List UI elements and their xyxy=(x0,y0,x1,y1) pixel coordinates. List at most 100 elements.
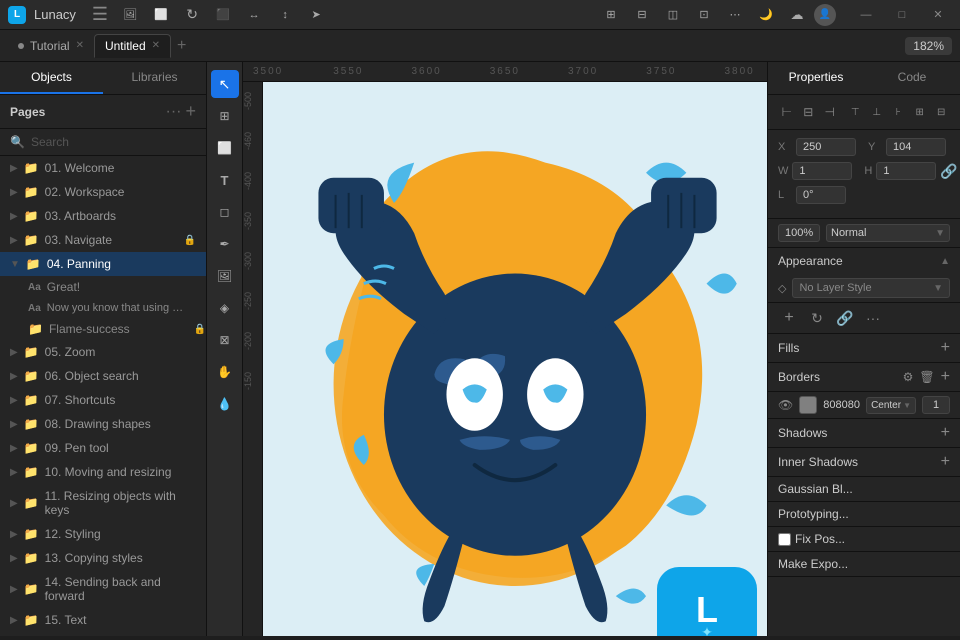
select-tool[interactable]: ↖ xyxy=(211,70,239,98)
border-position-dropdown[interactable]: Center ▼ xyxy=(866,397,916,414)
w-input[interactable] xyxy=(792,162,852,180)
tab-tutorial-close[interactable]: ✕ xyxy=(76,40,84,51)
eyedrop-tool[interactable]: 💧 xyxy=(211,390,239,418)
angle-input[interactable] xyxy=(796,186,846,204)
scale-tool[interactable]: ⊞ xyxy=(211,102,239,130)
toolbar-img-icon[interactable]: 🖼 xyxy=(116,1,144,29)
appearance-section-header[interactable]: Appearance ▲ xyxy=(768,248,960,274)
opacity-input[interactable] xyxy=(778,224,820,242)
component-tool[interactable]: ⊠ xyxy=(211,326,239,354)
toolbar-cloud-icon[interactable]: ☁ xyxy=(783,1,811,29)
tab-untitled-close[interactable]: ✕ xyxy=(152,40,160,51)
toolbar-flip-h-icon[interactable]: ↔ xyxy=(240,1,268,29)
hand-tool[interactable]: ✋ xyxy=(211,358,239,386)
align-bottom-icon[interactable]: ⊦ xyxy=(890,101,908,123)
link-proportions-icon[interactable]: 🔗 xyxy=(940,163,957,180)
tab-objects[interactable]: Objects xyxy=(0,62,103,94)
search-input[interactable] xyxy=(31,135,196,149)
sub-item-now-you-know[interactable]: Aa Now you know that using Shift xyxy=(0,298,206,318)
rotate-property-button[interactable]: ↻ xyxy=(806,307,828,329)
sub-item-flame[interactable]: 📁 Flame-success 🔒 xyxy=(0,318,206,340)
blend-mode-dropdown[interactable]: Normal ▼ xyxy=(826,224,950,242)
border-color-value[interactable]: 808080 xyxy=(823,399,860,411)
page-item-navigate[interactable]: ▶ 📁 03. Navigate 🔒 xyxy=(0,228,206,252)
add-property-button[interactable]: + xyxy=(778,307,800,329)
page-item-workspace[interactable]: ▶ 📁 02. Workspace xyxy=(0,180,206,204)
page-item-text[interactable]: ▶ 📁 15. Text xyxy=(0,608,206,632)
align-left-icon[interactable]: ⊢ xyxy=(778,101,796,123)
align-center-h-icon[interactable]: ⊟ xyxy=(800,101,818,123)
page-item-zoom[interactable]: ▶ 📁 05. Zoom xyxy=(0,340,206,364)
border-width-input[interactable] xyxy=(922,396,950,414)
distribute-v-icon[interactable]: ⊟ xyxy=(933,101,951,123)
maximize-button[interactable]: □ xyxy=(888,5,916,25)
shadows-title: Shadows xyxy=(778,426,941,440)
tabbar: Tutorial ✕ Untitled ✕ + 182% xyxy=(0,30,960,62)
h-input[interactable] xyxy=(876,162,936,180)
tab-untitled[interactable]: Untitled ✕ xyxy=(94,34,171,58)
toolbar-avatar[interactable]: 👤 xyxy=(814,4,836,26)
toolbar-grid2-icon[interactable]: ⊟ xyxy=(628,1,656,29)
toolbar-frame-icon[interactable]: ⬜ xyxy=(147,1,175,29)
border-visibility-icon[interactable]: 👁 xyxy=(778,398,793,412)
pages-more-button[interactable]: ··· xyxy=(166,103,182,121)
x-input[interactable] xyxy=(796,138,856,156)
toolbar-more-icon[interactable]: ⋯ xyxy=(721,1,749,29)
lock-icon: 🔒 xyxy=(184,235,196,246)
page-item-resizing-keys[interactable]: ▶ 📁 11. Resizing objects with keys xyxy=(0,484,206,522)
borders-settings-icon[interactable]: ⚙ xyxy=(903,370,914,384)
zoom-level[interactable]: 182% xyxy=(905,37,952,55)
page-item-welcome[interactable]: ▶ 📁 01. Welcome xyxy=(0,156,206,180)
page-item-pen[interactable]: ▶ 📁 09. Pen tool xyxy=(0,436,206,460)
page-item-moving[interactable]: ▶ 📁 10. Moving and resizing xyxy=(0,460,206,484)
image-tool[interactable]: 🖼 xyxy=(211,262,239,290)
close-button[interactable]: ✕ xyxy=(924,5,952,25)
pen-tool[interactable]: ✒ xyxy=(211,230,239,258)
tab-libraries[interactable]: Libraries xyxy=(103,62,206,94)
fix-position-checkbox[interactable] xyxy=(778,533,791,546)
tab-code[interactable]: Code xyxy=(864,62,960,94)
distribute-h-icon[interactable]: ⊞ xyxy=(911,101,929,123)
more-property-button[interactable]: ··· xyxy=(862,307,884,329)
frame-tool[interactable]: ⬜ xyxy=(211,134,239,162)
shape-tool[interactable]: ◻ xyxy=(211,198,239,226)
tab-properties[interactable]: Properties xyxy=(768,62,864,94)
link-property-button[interactable]: 🔗 xyxy=(834,307,856,329)
pages-add-button[interactable]: + xyxy=(185,101,196,122)
page-item-sending[interactable]: ▶ 📁 14. Sending back and forward xyxy=(0,570,206,608)
toolbar-refresh-icon[interactable]: ↻ xyxy=(178,1,206,29)
page-item-artboards[interactable]: ▶ 📁 03. Artboards xyxy=(0,204,206,228)
y-input[interactable] xyxy=(886,138,946,156)
page-item-panning[interactable]: ▼ 📁 04. Panning xyxy=(0,252,206,276)
toolbar-align-icon[interactable]: ⬛ xyxy=(209,1,237,29)
toolbar-arrow-icon[interactable]: ➤ xyxy=(302,1,330,29)
page-item-drawing[interactable]: ▶ 📁 08. Drawing shapes xyxy=(0,412,206,436)
tab-tutorial[interactable]: Tutorial ✕ xyxy=(8,35,94,57)
align-right-icon[interactable]: ⊣ xyxy=(821,101,839,123)
text-tool[interactable]: T xyxy=(211,166,239,194)
page-item-copying[interactable]: ▶ 📁 13. Copying styles xyxy=(0,546,206,570)
toolbar-grid1-icon[interactable]: ⊞ xyxy=(597,1,625,29)
toolbar-mask-icon[interactable]: ◫ xyxy=(659,1,687,29)
fills-add-button[interactable]: + xyxy=(941,339,950,357)
align-top-icon[interactable]: ⊤ xyxy=(847,101,865,123)
inner-shadows-add-button[interactable]: + xyxy=(941,453,950,471)
menu-icon[interactable]: ☰ xyxy=(92,4,108,25)
canvas[interactable]: L ✦ xyxy=(263,82,767,636)
tab-add-button[interactable]: + xyxy=(171,37,192,55)
borders-add-button[interactable]: + xyxy=(941,368,950,386)
page-item-shortcuts[interactable]: ▶ 📁 07. Shortcuts xyxy=(0,388,206,412)
layer-style-dropdown[interactable]: No Layer Style ▼ xyxy=(792,278,950,298)
border-color-swatch[interactable] xyxy=(799,396,817,414)
shadows-add-button[interactable]: + xyxy=(941,424,950,442)
toolbar-flip-v-icon[interactable]: ↕ xyxy=(271,1,299,29)
borders-delete-icon[interactable]: 🗑 xyxy=(919,370,934,384)
page-item-object-search[interactable]: ▶ 📁 06. Object search xyxy=(0,364,206,388)
toolbar-clip-icon[interactable]: ⊡ xyxy=(690,1,718,29)
align-mid-v-icon[interactable]: ⊥ xyxy=(868,101,886,123)
hotspot-tool[interactable]: ◈ xyxy=(211,294,239,322)
toolbar-dark-icon[interactable]: 🌙 xyxy=(752,1,780,29)
minimize-button[interactable]: — xyxy=(852,5,880,25)
page-item-styling[interactable]: ▶ 📁 12. Styling xyxy=(0,522,206,546)
sub-item-great[interactable]: Aa Great! xyxy=(0,276,206,298)
